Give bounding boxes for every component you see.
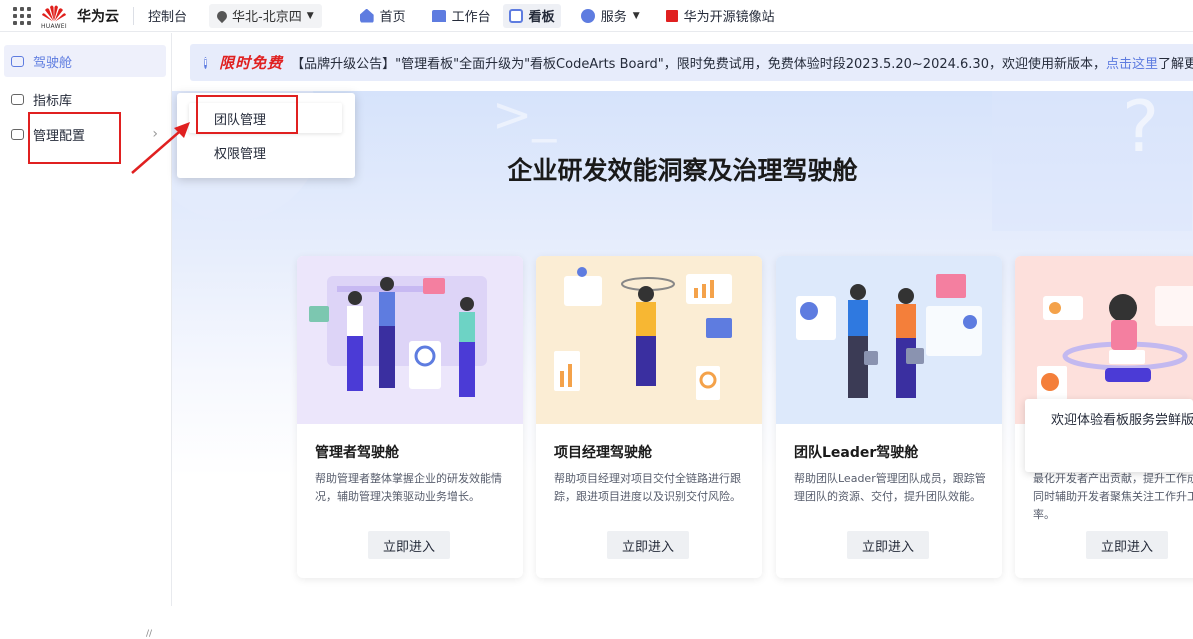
notice-text: 【品牌升级公告】"管理看板"全面升级为"看板CodeArts Board"，限时…	[291, 57, 1106, 72]
mirror-icon	[665, 9, 678, 22]
nav-board-label: 看板	[528, 10, 555, 25]
card-description: 帮助项目经理对项目交付全链路进行跟踪，跟进项目进度以及识别交付风险。	[554, 472, 741, 503]
manager-illustration	[297, 256, 523, 424]
card-manager-cockpit: 管理者驾驶舱 帮助管理者整体掌握企业的研发效能情况，辅助管理决策驱动业务增长。 …	[297, 256, 523, 578]
enter-button[interactable]: 立即进入	[1086, 531, 1168, 559]
card-pm-cockpit: 项目经理驾驶舱 帮助项目经理对项目交付全链路进行跟踪，跟进项目进度以及识别交付风…	[536, 256, 762, 578]
highlight-box	[196, 95, 298, 134]
top-nav: 首页 工作台 看板 服务 ▼ 华为开源镜像站	[354, 3, 781, 28]
home-icon	[359, 8, 374, 23]
caret-down-icon: ▼	[306, 10, 314, 21]
notice-link[interactable]: 点击这里	[1106, 53, 1158, 72]
limited-free-badge: 限时免费	[219, 54, 284, 72]
nav-mirror-label: 华为开源镜像站	[683, 10, 775, 25]
nav-home[interactable]: 首页	[354, 4, 412, 28]
notice-text-after: 了解更多新版	[1158, 57, 1193, 72]
app-grid-icon[interactable]	[12, 6, 32, 26]
enter-button[interactable]: 立即进入	[368, 531, 450, 559]
divider	[133, 6, 134, 25]
card-team-leader-cockpit: 团队Leader驾驶舱 帮助团队Leader管理团队成员，跟踪管理团队的资源、交…	[776, 256, 1002, 578]
nav-home-label: 首页	[379, 10, 406, 25]
enter-button[interactable]: 立即进入	[847, 531, 929, 559]
nav-board[interactable]: 看板	[502, 3, 561, 28]
top-navbar: HUAWEI 华为云 控制台 华北-北京四 ▼ 首页 工作台 看板 服务 ▼ 华…	[0, 0, 1193, 32]
workbench-icon	[431, 9, 446, 22]
welcome-text: 欢迎体验看板服务尝鲜版	[1051, 413, 1193, 428]
metric-icon	[11, 93, 24, 105]
region-label: 华北-北京四	[232, 10, 302, 25]
annotation-arrow-icon	[131, 122, 190, 174]
pm-illustration	[536, 256, 762, 424]
nav-mirror[interactable]: 华为开源镜像站	[660, 4, 781, 28]
huawei-logo-icon: HUAWEI	[41, 3, 67, 30]
card-title: 团队Leader驾驶舱	[794, 445, 919, 461]
team-leader-illustration	[776, 256, 1002, 424]
submenu-item-label: 权限管理	[214, 146, 267, 162]
board-icon	[508, 8, 523, 23]
svg-text:>_: >_	[492, 91, 557, 143]
notice-banner: i 限时免费 【品牌升级公告】"管理看板"全面升级为"看板CodeArts Bo…	[190, 44, 1193, 81]
region-selector[interactable]: 华北-北京四 ▼	[209, 3, 322, 28]
service-icon	[580, 8, 595, 23]
sidebar-item-cockpit[interactable]: 驾驶舱	[4, 45, 166, 77]
sidebar-item-label: 驾驶舱	[33, 55, 73, 71]
welcome-popover: 欢迎体验看板服务尝鲜版	[1025, 399, 1193, 472]
card-description: 帮助团队Leader管理团队成员，跟踪管理团队的资源、交付，提升团队效能。	[794, 472, 986, 503]
card-description: 帮助管理者整体掌握企业的研发效能情况，辅助管理决策驱动业务增长。	[315, 472, 502, 503]
card-description: 最化开发者产出贡献，提升工作成感，同时辅助开发者聚焦关注工作升工作效率。	[1033, 472, 1193, 521]
brand-name: 华为云	[77, 8, 119, 25]
car-icon	[11, 55, 24, 67]
caret-down-icon: ▼	[632, 10, 640, 21]
huawei-logo[interactable]: HUAWEI 华为云	[41, 3, 119, 30]
submenu-item-permission-management[interactable]: 权限管理	[189, 137, 342, 167]
sidebar-item-metrics[interactable]: 指标库	[4, 83, 166, 115]
highlight-box	[28, 112, 121, 164]
settings-doc-icon	[11, 128, 24, 140]
enter-button[interactable]: 立即进入	[607, 531, 689, 559]
nav-workbench-label: 工作台	[451, 10, 491, 25]
nav-service[interactable]: 服务 ▼	[575, 4, 646, 28]
card-title: 项目经理驾驶舱	[554, 445, 652, 461]
card-title: 管理者驾驶舱	[315, 445, 399, 461]
location-pin-icon	[214, 8, 230, 23]
nav-service-label: 服务	[600, 10, 627, 25]
logo-caption: HUAWEI	[41, 22, 67, 30]
nav-workbench[interactable]: 工作台	[426, 4, 497, 28]
sidebar-item-label: 指标库	[33, 93, 73, 109]
info-icon: i	[204, 56, 208, 69]
resize-handle-icon[interactable]: //	[146, 629, 152, 639]
console-link[interactable]: 控制台	[148, 6, 187, 25]
